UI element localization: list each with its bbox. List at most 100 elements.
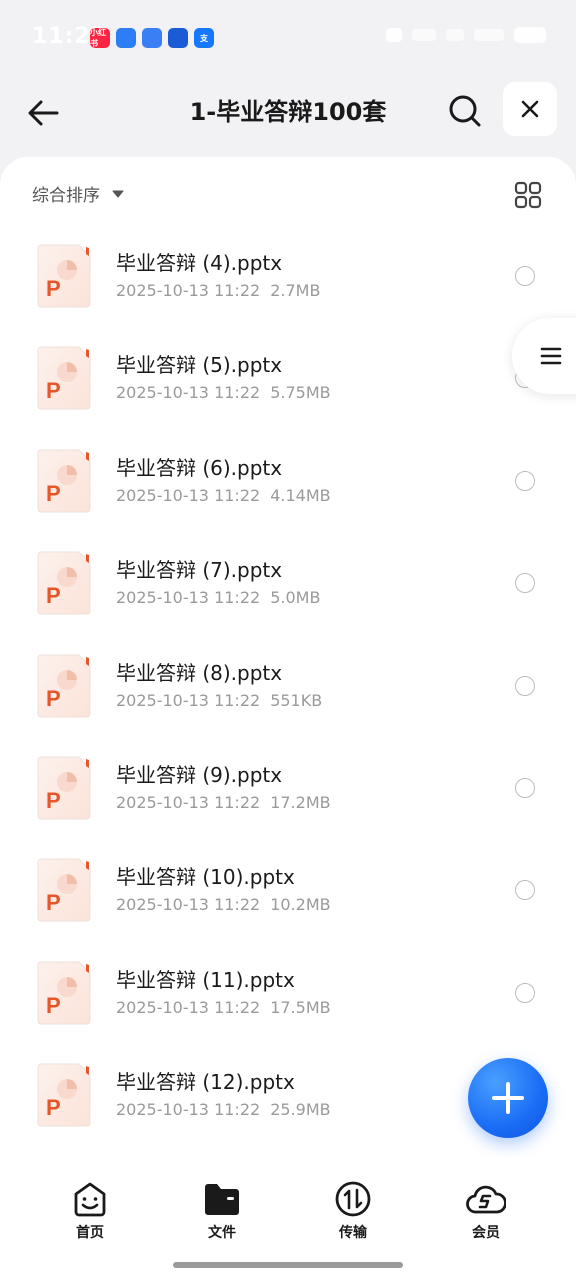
svg-text:P: P bbox=[46, 583, 61, 608]
svg-text:P: P bbox=[46, 993, 61, 1018]
back-arrow-icon bbox=[28, 100, 59, 126]
pptx-file-icon: P bbox=[37, 858, 91, 922]
select-radio[interactable] bbox=[515, 675, 535, 696]
pptx-file-icon: P bbox=[37, 961, 91, 1025]
file-row[interactable]: P 毕业答辩 (10).pptx 2025-10-13 11:22 10.2MB bbox=[0, 843, 576, 945]
signal-icon bbox=[474, 29, 504, 41]
file-date: 2025-10-13 11:22 bbox=[116, 792, 261, 812]
status-bar: 11:23 小红书支 bbox=[0, 0, 576, 76]
nav-home[interactable]: 首页 bbox=[50, 1179, 130, 1242]
top-header: 1-毕业答辩100套 bbox=[0, 76, 576, 148]
file-name: 毕业答辩 (9).pptx bbox=[116, 762, 283, 787]
file-size: 17.2MB bbox=[270, 792, 331, 812]
pptx-file-icon: P bbox=[37, 244, 91, 308]
close-icon bbox=[521, 100, 539, 118]
transfer-icon bbox=[335, 1181, 371, 1217]
back-button[interactable] bbox=[20, 90, 66, 136]
add-button[interactable] bbox=[468, 1058, 548, 1138]
file-row[interactable]: P 毕业答辩 (9).pptx 2025-10-13 11:22 17.2MB bbox=[0, 741, 576, 843]
file-name: 毕业答辩 (8).pptx bbox=[116, 660, 283, 685]
page-title: 1-毕业答辩100套 bbox=[189, 98, 387, 126]
file-name: 毕业答辩 (11).pptx bbox=[116, 967, 295, 992]
caret-down-icon bbox=[112, 190, 124, 197]
file-size: 5.75MB bbox=[270, 383, 331, 403]
file-meta: 2025-10-13 11:22 5.75MB bbox=[116, 383, 331, 402]
file-meta: 2025-10-13 11:22 17.5MB bbox=[116, 998, 331, 1017]
select-radio[interactable] bbox=[515, 982, 535, 1003]
pill-app-icon bbox=[142, 28, 162, 48]
search-button[interactable] bbox=[442, 88, 488, 134]
file-date: 2025-10-13 11:22 bbox=[116, 997, 261, 1017]
file-row[interactable]: P 毕业答辩 (7).pptx 2025-10-13 11:22 5.0MB bbox=[0, 536, 576, 638]
file-date: 2025-10-13 11:22 bbox=[116, 1100, 261, 1120]
select-radio[interactable] bbox=[515, 573, 535, 594]
plus-icon bbox=[492, 1082, 524, 1114]
file-date: 2025-10-13 11:22 bbox=[116, 690, 261, 710]
smiley-home-icon bbox=[74, 1182, 106, 1217]
file-meta: 2025-10-13 11:22 5.0MB bbox=[116, 588, 320, 607]
svg-text:P: P bbox=[46, 378, 61, 403]
sort-dropdown[interactable]: 综合排序 bbox=[32, 181, 124, 206]
messenger-icon bbox=[116, 28, 136, 48]
notification-app-icons: 小红书 支 bbox=[90, 28, 214, 48]
file-size: 25.9MB bbox=[270, 1100, 331, 1120]
xiaohongshu-icon: 小红书 bbox=[90, 28, 110, 48]
file-date: 2025-10-13 11:22 bbox=[116, 383, 261, 403]
file-size: 551KB bbox=[270, 690, 323, 710]
file-name: 毕业答辩 (7).pptx bbox=[116, 558, 283, 583]
svg-text:P: P bbox=[46, 686, 61, 711]
file-size: 17.5MB bbox=[270, 997, 331, 1017]
file-name: 毕业答辩 (6).pptx bbox=[116, 455, 283, 480]
select-radio[interactable] bbox=[515, 470, 535, 491]
file-name: 毕业答辩 (5).pptx bbox=[116, 353, 283, 378]
nav-files[interactable]: 文件 bbox=[182, 1179, 262, 1242]
file-list-panel: 综合排序 P 毕业答辩 (4).pptx 2025-10-13 11:22 2.7M… bbox=[0, 157, 576, 1157]
file-row[interactable]: P 毕业答辩 (4).pptx 2025-10-13 11:22 2.7MB bbox=[0, 229, 576, 331]
pptx-file-icon: P bbox=[37, 449, 91, 513]
svg-text:P: P bbox=[46, 481, 61, 506]
file-list: P 毕业答辩 (4).pptx 2025-10-13 11:22 2.7MB P 毕… bbox=[0, 229, 576, 1151]
folder-icon bbox=[205, 1184, 239, 1215]
file-row[interactable]: P 毕业答辩 (6).pptx 2025-10-13 11:22 4.14MB bbox=[0, 434, 576, 536]
nav-files-label: 文件 bbox=[208, 1225, 236, 1241]
file-meta: 2025-10-13 11:22 2.7MB bbox=[116, 281, 320, 300]
battery-icon bbox=[514, 27, 546, 43]
pptx-file-icon: P bbox=[37, 756, 91, 820]
nav-vip[interactable]: 会员 bbox=[446, 1179, 526, 1242]
home-indicator[interactable] bbox=[173, 1262, 403, 1268]
file-meta: 2025-10-13 11:22 551KB bbox=[116, 691, 322, 710]
svg-text:P: P bbox=[46, 788, 61, 813]
select-radio[interactable] bbox=[515, 777, 535, 798]
close-button[interactable] bbox=[503, 82, 557, 136]
file-date: 2025-10-13 11:22 bbox=[116, 588, 261, 608]
file-meta: 2025-10-13 11:22 17.2MB bbox=[116, 793, 331, 812]
file-date: 2025-10-13 11:22 bbox=[116, 485, 261, 505]
network-speed-icon bbox=[412, 29, 436, 41]
menu-lines-icon bbox=[540, 347, 562, 365]
file-size: 10.2MB bbox=[270, 895, 331, 915]
file-row[interactable]: P 毕业答辩 (8).pptx 2025-10-13 11:22 551KB bbox=[0, 639, 576, 741]
file-row[interactable]: P 毕业答辩 (11).pptx 2025-10-13 11:22 17.5MB bbox=[0, 946, 576, 1048]
file-row[interactable]: P 毕业答辩 (5).pptx 2025-10-13 11:22 5.75MB bbox=[0, 331, 576, 433]
file-meta: 2025-10-13 11:22 4.14MB bbox=[116, 486, 331, 505]
search-icon bbox=[449, 95, 481, 127]
wifi-icon bbox=[446, 29, 464, 41]
select-radio[interactable] bbox=[515, 266, 535, 286]
select-radio[interactable] bbox=[515, 880, 535, 901]
nav-transfer-label: 传输 bbox=[339, 1225, 367, 1241]
svg-text:P: P bbox=[46, 890, 61, 915]
file-date: 2025-10-13 11:22 bbox=[116, 895, 261, 915]
nav-transfer[interactable]: 传输 bbox=[313, 1179, 393, 1242]
file-meta: 2025-10-13 11:22 25.9MB bbox=[116, 1100, 331, 1119]
pptx-file-icon: P bbox=[37, 654, 91, 718]
pptx-file-icon: P bbox=[37, 346, 91, 410]
svg-text:P: P bbox=[46, 1095, 61, 1120]
cloud-vip-icon bbox=[466, 1185, 506, 1214]
system-status-icons bbox=[386, 27, 546, 43]
grid-view-toggle[interactable] bbox=[510, 177, 546, 213]
svg-text:P: P bbox=[46, 276, 61, 301]
nav-vip-label: 会员 bbox=[472, 1225, 500, 1241]
file-meta: 2025-10-13 11:22 10.2MB bbox=[116, 895, 331, 914]
file-size: 5.0MB bbox=[270, 588, 321, 608]
pptx-file-icon: P bbox=[37, 1063, 91, 1127]
